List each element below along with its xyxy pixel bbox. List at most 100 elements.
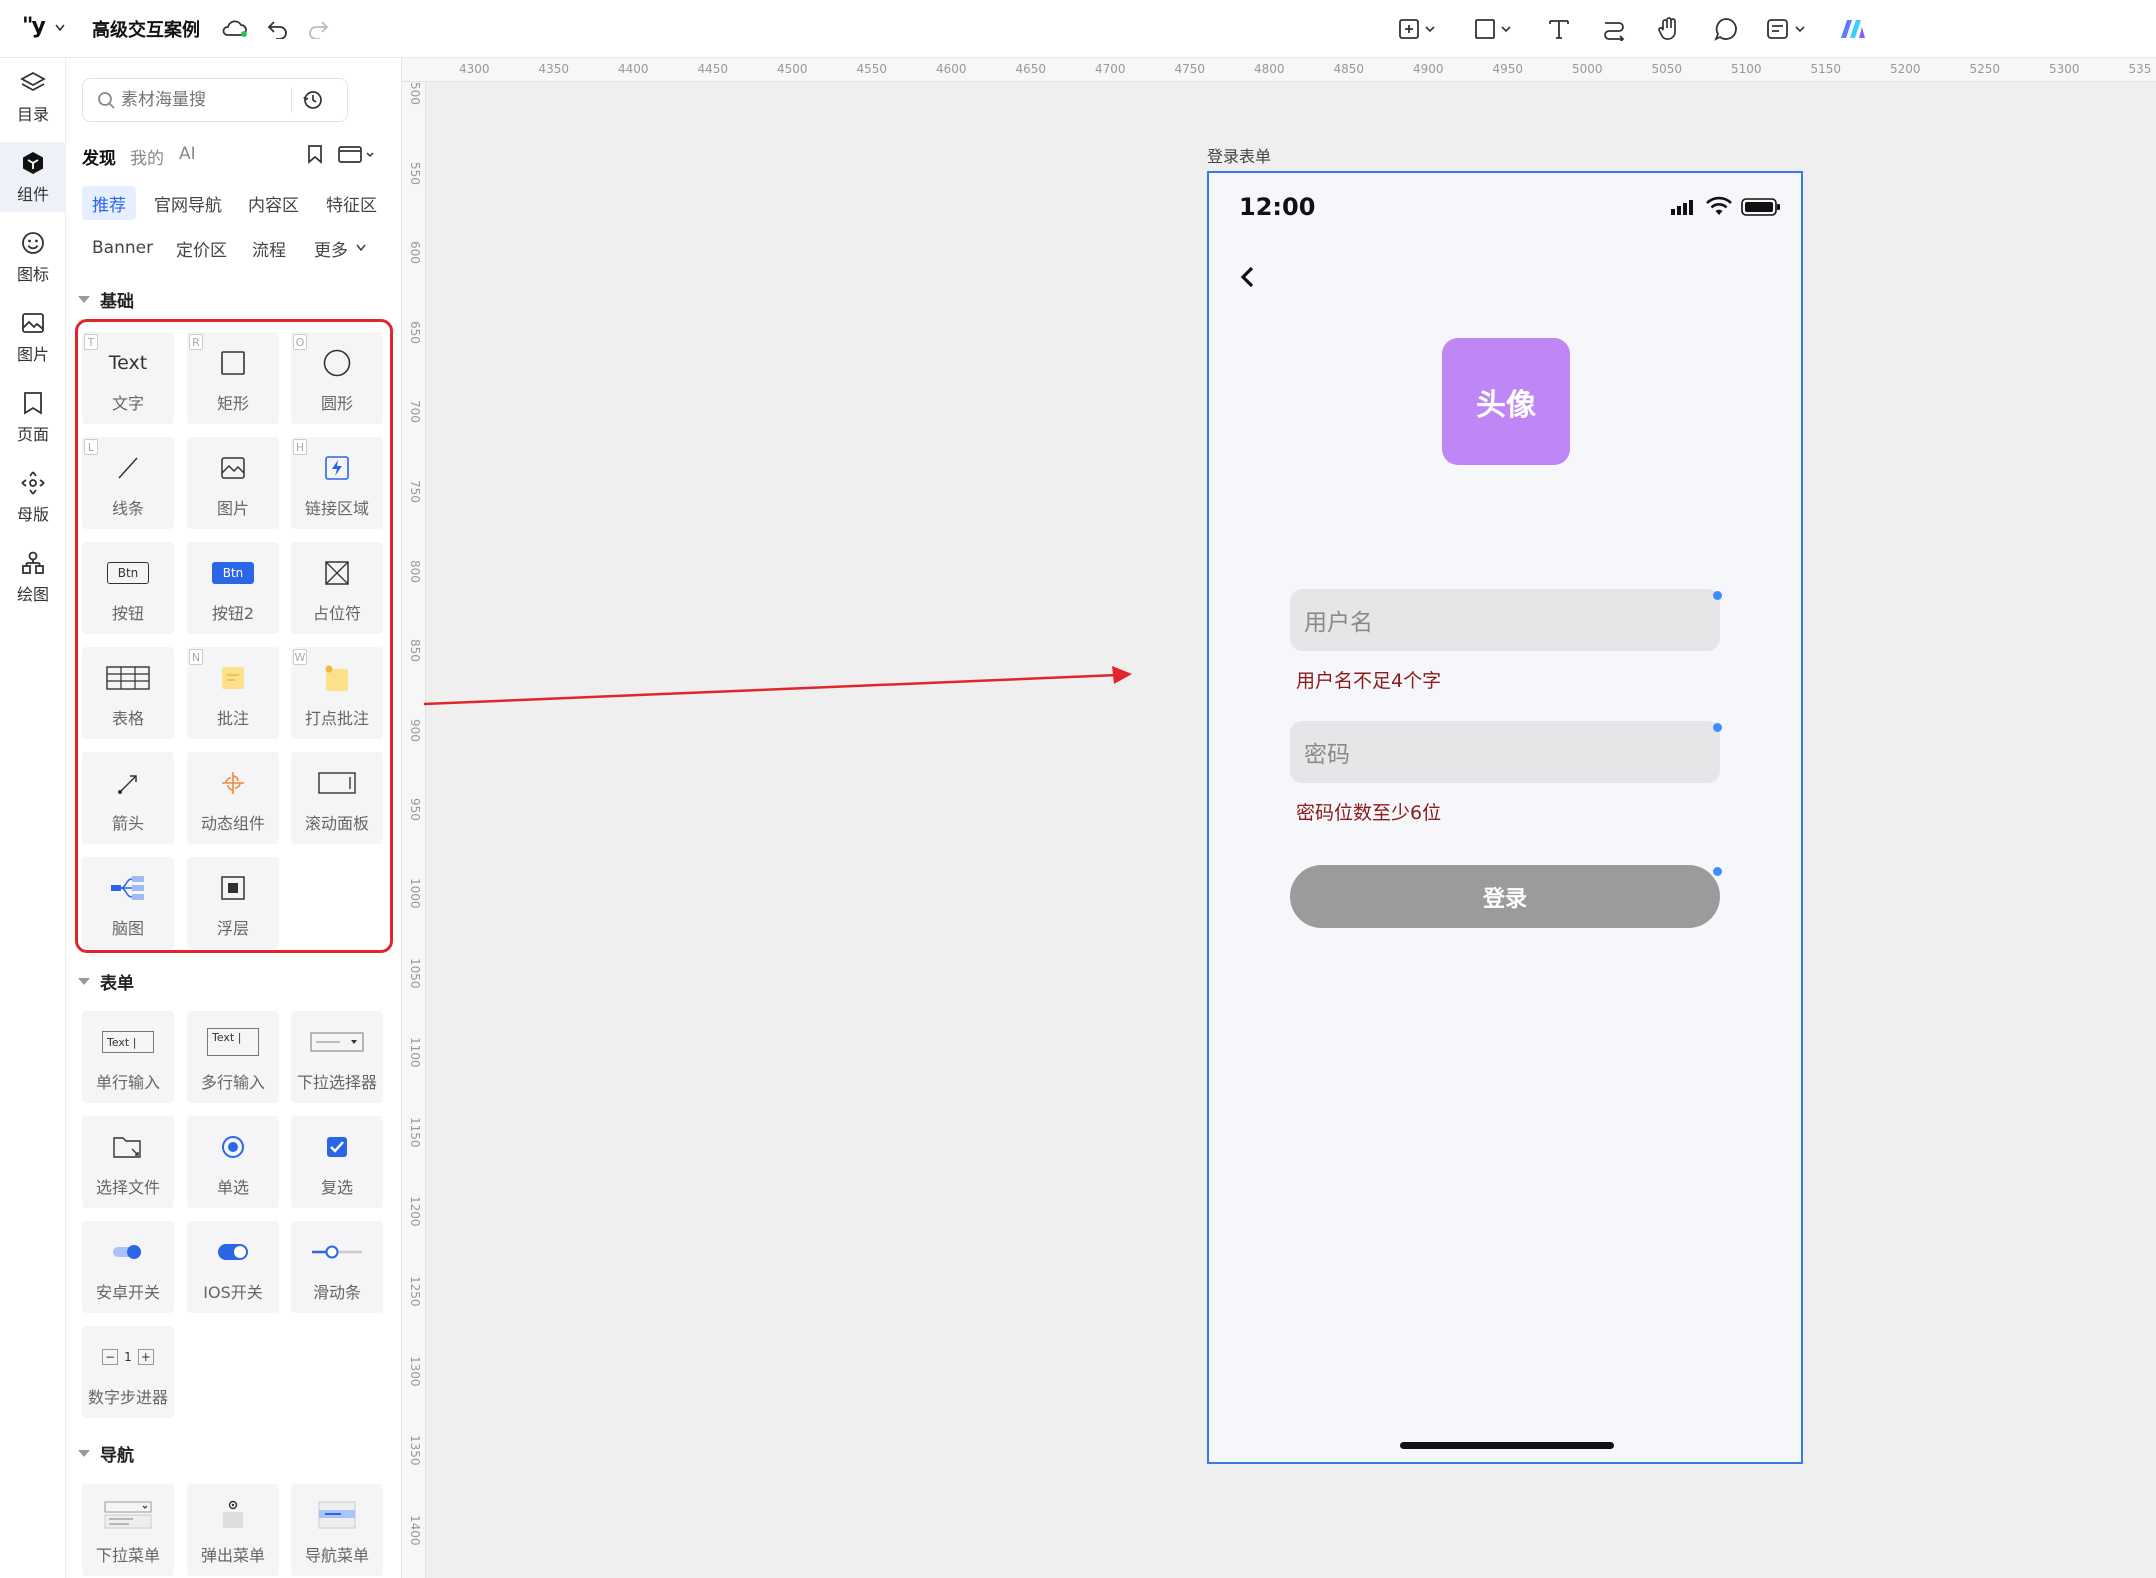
component-stepper[interactable]: − 1 + 数字步进器: [82, 1326, 174, 1418]
chevron-down-icon: [356, 244, 366, 252]
component-popup-menu[interactable]: 弹出菜单: [187, 1484, 279, 1576]
arrow-icon: [118, 775, 137, 794]
add-page-button[interactable]: [1394, 14, 1442, 44]
component-line[interactable]: L 线条: [82, 437, 174, 529]
component-label: 占位符: [312, 604, 361, 623]
left-rail: 目录 组件 图标 图片 页面 母版 绘图: [0, 58, 66, 1578]
component-dynamic[interactable]: 动态组件: [187, 752, 279, 844]
component-circle[interactable]: O 圆形: [291, 332, 383, 424]
search-input[interactable]: [121, 90, 281, 110]
component-select[interactable]: 下拉选择器: [291, 1011, 383, 1103]
bookmark-icon[interactable]: [306, 144, 324, 164]
chevron-down-icon[interactable]: [55, 24, 65, 32]
note-tool-button[interactable]: [1764, 14, 1812, 44]
username-error: 用户名不足4个字: [1296, 670, 1442, 692]
component-overlay[interactable]: 浮层: [187, 857, 279, 949]
component-label: 按钮2: [211, 604, 255, 623]
component-mindmap[interactable]: 脑图: [82, 857, 174, 949]
tab-mine[interactable]: 我的: [130, 144, 164, 169]
category-pricing[interactable]: 定价区: [166, 231, 237, 265]
section-nav-title: 导航: [100, 1446, 134, 1466]
ruler-tick-label: 1150: [408, 1116, 422, 1148]
category-website-nav[interactable]: 官网导航: [144, 186, 232, 220]
component-button2[interactable]: Btn 按钮2: [187, 542, 279, 634]
rail-item-drawing[interactable]: 绘图: [0, 542, 66, 612]
username-field[interactable]: 用户名: [1290, 589, 1720, 651]
component-dot-note[interactable]: W 打点批注: [291, 647, 383, 739]
component-note[interactable]: N 批注: [187, 647, 279, 739]
component-scroll-panel[interactable]: 滚动面板: [291, 752, 383, 844]
component-single-input[interactable]: Text | 单行输入: [82, 1011, 174, 1103]
avatar[interactable]: 头像: [1442, 338, 1570, 465]
component-label: 图片: [216, 499, 249, 518]
component-text[interactable]: T Text 文字: [82, 332, 174, 424]
component-multi-input[interactable]: Text | 多行输入: [187, 1011, 279, 1103]
category-more-label: 更多: [314, 240, 348, 261]
search-box[interactable]: [82, 78, 348, 122]
component-placeholder[interactable]: 占位符: [291, 542, 383, 634]
button2-glyph: Btn: [212, 562, 254, 584]
category-more[interactable]: 更多: [304, 231, 376, 265]
category-recommend[interactable]: 推荐: [82, 186, 136, 220]
component-table[interactable]: 表格: [82, 647, 174, 739]
rail-item-pages[interactable]: 页面: [0, 382, 66, 452]
component-label: 下拉菜单: [95, 1546, 160, 1565]
history-icon[interactable]: [302, 89, 324, 111]
artboard-login-form[interactable]: 12:00 头像 用户名 用户名不足4个字 密码 密码位数至少6位 登录: [1207, 171, 1803, 1464]
drawing-icon: [22, 551, 44, 574]
rail-item-components[interactable]: 组件: [0, 142, 66, 212]
dropdown-menu-icon: [104, 1501, 152, 1529]
connector-tool-button[interactable]: [1600, 14, 1628, 44]
component-rectangle[interactable]: R 矩形: [187, 332, 279, 424]
component-label: 线条: [111, 499, 144, 518]
undo-icon[interactable]: [266, 17, 290, 39]
rail-item-masters[interactable]: 母版: [0, 462, 66, 532]
component-button[interactable]: Btn 按钮: [82, 542, 174, 634]
component-label: 复选: [320, 1178, 353, 1197]
component-link-area[interactable]: H 链接区域: [291, 437, 383, 529]
rail-item-catalog[interactable]: 目录: [0, 62, 66, 132]
category-content[interactable]: 内容区: [238, 186, 309, 220]
category-process[interactable]: 流程: [242, 231, 296, 265]
component-dropdown-menu[interactable]: 下拉菜单: [82, 1484, 174, 1576]
project-title[interactable]: 高级交互案例: [92, 16, 200, 42]
component-android-switch[interactable]: 安卓开关: [82, 1221, 174, 1313]
ruler-tick-label: 4550: [856, 62, 888, 76]
redo-icon[interactable]: [306, 17, 330, 39]
rail-item-images[interactable]: 图片: [0, 302, 66, 372]
section-basic-title: 基础: [100, 292, 134, 312]
category-feature[interactable]: 特征区: [316, 186, 387, 220]
android-switch-icon: [113, 1245, 141, 1259]
view-mode-icon[interactable]: [338, 146, 378, 164]
ruler-tick-label: 800: [408, 559, 422, 583]
password-field[interactable]: 密码: [1290, 721, 1720, 783]
component-checkbox[interactable]: 复选: [291, 1116, 383, 1208]
component-nav-menu[interactable]: 导航菜单: [291, 1484, 383, 1576]
ruler-tick-label: 1250: [408, 1276, 422, 1307]
section-nav[interactable]: 导航: [78, 1441, 134, 1466]
tab-ai[interactable]: AI: [179, 144, 196, 164]
component-image[interactable]: 图片: [187, 437, 279, 529]
component-file-picker[interactable]: 选择文件: [82, 1116, 174, 1208]
component-label: 下拉选择器: [296, 1073, 377, 1092]
artboard-label[interactable]: 登录表单: [1207, 143, 1271, 167]
section-form[interactable]: 表单: [78, 969, 134, 994]
hand-tool-button[interactable]: [1655, 14, 1683, 44]
ruler-tick-label: 650: [408, 320, 422, 344]
component-slider[interactable]: 滑动条: [291, 1221, 383, 1313]
component-label: 脑图: [111, 919, 144, 938]
tab-discover[interactable]: 发现: [82, 144, 116, 169]
section-basic[interactable]: 基础: [78, 287, 134, 312]
shape-tool-button[interactable]: [1470, 14, 1518, 44]
comment-tool-button[interactable]: [1712, 14, 1740, 44]
component-ios-switch[interactable]: IOS开关: [187, 1221, 279, 1313]
ai-assistant-button[interactable]: [1838, 14, 1868, 44]
component-radio[interactable]: 单选: [187, 1116, 279, 1208]
category-banner[interactable]: Banner: [82, 231, 164, 265]
component-arrow[interactable]: 箭头: [82, 752, 174, 844]
back-arrow-icon[interactable]: [1237, 263, 1259, 293]
app-logo[interactable]: ''y: [22, 14, 46, 39]
login-button[interactable]: 登录: [1290, 865, 1720, 928]
text-tool-button[interactable]: [1545, 14, 1573, 44]
rail-item-icons[interactable]: 图标: [0, 222, 66, 292]
